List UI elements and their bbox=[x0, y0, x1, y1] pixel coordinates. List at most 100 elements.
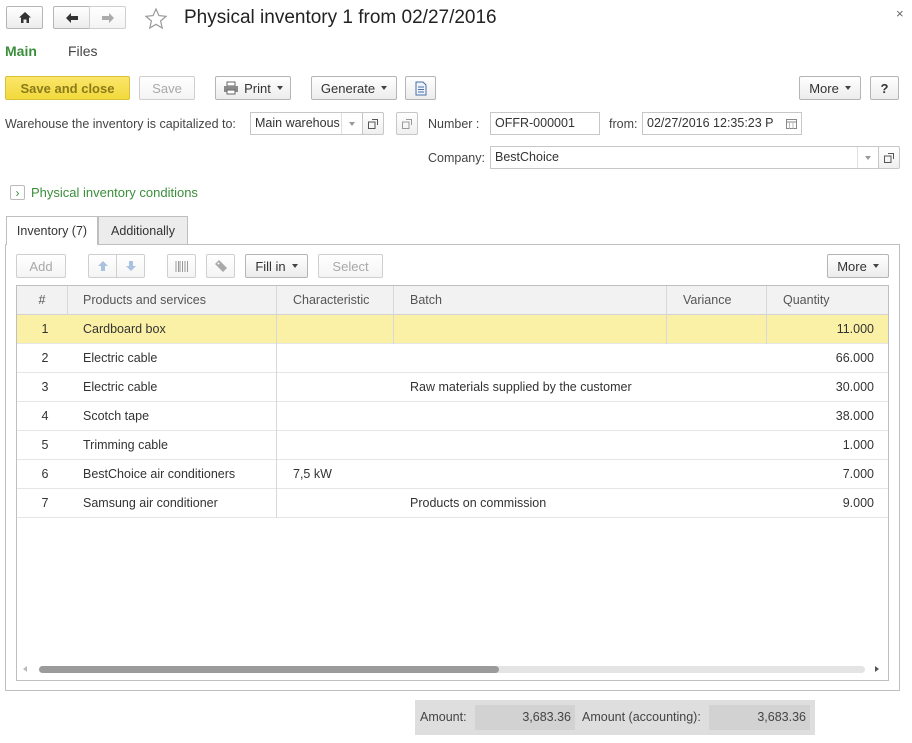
calendar-icon[interactable] bbox=[781, 113, 801, 134]
more-button[interactable]: More bbox=[799, 76, 861, 100]
section-main[interactable]: Main bbox=[5, 43, 37, 59]
cell-batch bbox=[410, 460, 678, 488]
tag-button[interactable] bbox=[206, 254, 235, 278]
amount-accounting-label: Amount (accounting): bbox=[582, 710, 701, 724]
warehouse-value: Main warehous bbox=[255, 116, 340, 130]
cell-product: Cardboard box bbox=[83, 322, 166, 336]
column-header[interactable]: # bbox=[17, 286, 67, 314]
from-label: from: bbox=[609, 117, 638, 131]
table-row[interactable]: 2 Electric cable 66.000 bbox=[17, 344, 888, 373]
cell-batch: Products on commission bbox=[410, 496, 547, 510]
link-copy-button[interactable] bbox=[396, 112, 418, 135]
cell-num: 5 bbox=[41, 438, 49, 452]
cell-characteristic bbox=[293, 315, 405, 343]
tab-inventory[interactable]: Inventory (7) bbox=[6, 216, 98, 245]
company-open-button[interactable] bbox=[878, 146, 900, 169]
date-field[interactable]: 02/27/2016 12:35:23 P bbox=[642, 112, 802, 135]
table-row[interactable]: 6 BestChoice air conditioners 7,5 kW 7.0… bbox=[17, 460, 888, 489]
cell-batch bbox=[410, 315, 678, 343]
cell-batch bbox=[410, 431, 678, 459]
column-header[interactable]: Quantity bbox=[783, 286, 883, 314]
fill-in-button[interactable]: Fill in bbox=[245, 254, 308, 278]
conditions-expander[interactable]: › bbox=[10, 185, 25, 200]
horizontal-scrollbar[interactable] bbox=[39, 666, 865, 673]
cell-product: Electric cable bbox=[83, 380, 158, 394]
close-icon[interactable]: × bbox=[896, 6, 904, 21]
document-icon-button[interactable] bbox=[405, 76, 436, 100]
section-files[interactable]: Files bbox=[68, 43, 98, 59]
table-row[interactable]: 1 Cardboard box 11.000 bbox=[17, 315, 888, 344]
scrollbar-thumb[interactable] bbox=[39, 666, 499, 673]
scroll-right-icon[interactable] bbox=[875, 666, 879, 672]
fill-in-label: Fill in bbox=[255, 258, 286, 274]
more-label: More bbox=[809, 80, 839, 96]
select-button[interactable]: Select bbox=[318, 254, 383, 278]
warehouse-label: Warehouse the inventory is capitalized t… bbox=[5, 117, 236, 131]
column-divider bbox=[276, 286, 277, 518]
column-header[interactable]: Products and services bbox=[83, 286, 273, 314]
tab-inventory-label: Inventory (7) bbox=[16, 224, 88, 238]
help-button[interactable]: ? bbox=[870, 76, 899, 100]
back-button[interactable] bbox=[53, 6, 90, 29]
conditions-link[interactable]: Physical inventory conditions bbox=[31, 185, 198, 200]
tab-additionally-label: Additionally bbox=[111, 223, 175, 238]
add-button[interactable]: Add bbox=[16, 254, 66, 278]
totals-panel: Amount: 3,683.36 Amount (accounting): 3,… bbox=[415, 700, 815, 735]
open-link-icon bbox=[884, 152, 894, 163]
cell-quantity: 66.000 bbox=[835, 351, 874, 365]
cell-batch: Raw materials supplied by the customer bbox=[410, 380, 632, 394]
date-value: 02/27/2016 12:35:23 P bbox=[647, 116, 774, 130]
cell-num: 3 bbox=[41, 380, 49, 394]
save-button[interactable]: Save bbox=[139, 76, 195, 100]
company-field[interactable]: BestChoice bbox=[490, 146, 879, 169]
table-row[interactable]: 7 Samsung air conditioner Products on co… bbox=[17, 489, 888, 518]
column-divider bbox=[666, 286, 667, 344]
move-up-button[interactable] bbox=[88, 254, 117, 278]
column-header[interactable]: Variance bbox=[683, 286, 773, 314]
warehouse-dropdown-icon[interactable] bbox=[341, 113, 361, 134]
column-header[interactable]: Characteristic bbox=[293, 286, 403, 314]
cell-characteristic bbox=[293, 344, 405, 372]
cell-characteristic bbox=[293, 489, 405, 517]
company-dropdown-icon[interactable] bbox=[857, 147, 877, 168]
chevron-down-icon bbox=[291, 264, 298, 268]
chevron-down-icon bbox=[381, 86, 388, 90]
cell-product: Electric cable bbox=[83, 351, 158, 365]
tag-icon bbox=[214, 260, 227, 272]
printer-icon bbox=[224, 81, 239, 95]
favorite-star-button[interactable] bbox=[144, 7, 168, 31]
cell-product: BestChoice air conditioners bbox=[83, 467, 236, 481]
table-row[interactable]: 4 Scotch tape 38.000 bbox=[17, 402, 888, 431]
column-divider bbox=[766, 286, 767, 344]
scroll-left-icon[interactable] bbox=[23, 666, 27, 672]
warehouse-open-button[interactable] bbox=[362, 112, 384, 135]
cell-characteristic bbox=[293, 402, 405, 430]
home-button[interactable] bbox=[6, 6, 43, 29]
cell-quantity: 1.000 bbox=[842, 438, 874, 452]
cell-characteristic: 7,5 kW bbox=[293, 467, 332, 481]
column-header[interactable]: Batch bbox=[410, 286, 660, 314]
chevron-down-icon bbox=[872, 264, 879, 268]
number-field[interactable]: OFFR-000001 bbox=[490, 112, 600, 135]
print-button[interactable]: Print bbox=[215, 76, 291, 100]
cell-quantity: 9.000 bbox=[842, 496, 874, 510]
save-and-close-button[interactable]: Save and close bbox=[5, 76, 130, 100]
move-down-button[interactable] bbox=[116, 254, 145, 278]
barcode-button[interactable] bbox=[167, 254, 196, 278]
tab-additionally[interactable]: Additionally bbox=[98, 216, 188, 244]
inventory-table[interactable]: # Products and services Characteristic B… bbox=[16, 285, 889, 681]
table-row[interactable]: 3 Electric cable Raw materials supplied … bbox=[17, 373, 888, 402]
table-row[interactable]: 5 Trimming cable 1.000 bbox=[17, 431, 888, 460]
cell-variance bbox=[683, 315, 778, 343]
generate-button[interactable]: Generate bbox=[311, 76, 397, 100]
arrow-right-icon bbox=[101, 12, 114, 23]
amount-label: Amount: bbox=[420, 710, 467, 724]
cell-variance bbox=[683, 402, 778, 430]
chevron-down-icon bbox=[844, 86, 851, 90]
forward-button[interactable] bbox=[89, 6, 126, 29]
cell-variance bbox=[683, 489, 778, 517]
grid-more-button[interactable]: More bbox=[827, 254, 889, 278]
cell-quantity: 11.000 bbox=[836, 322, 874, 336]
generate-label: Generate bbox=[320, 80, 376, 96]
number-label: Number : bbox=[428, 117, 480, 131]
